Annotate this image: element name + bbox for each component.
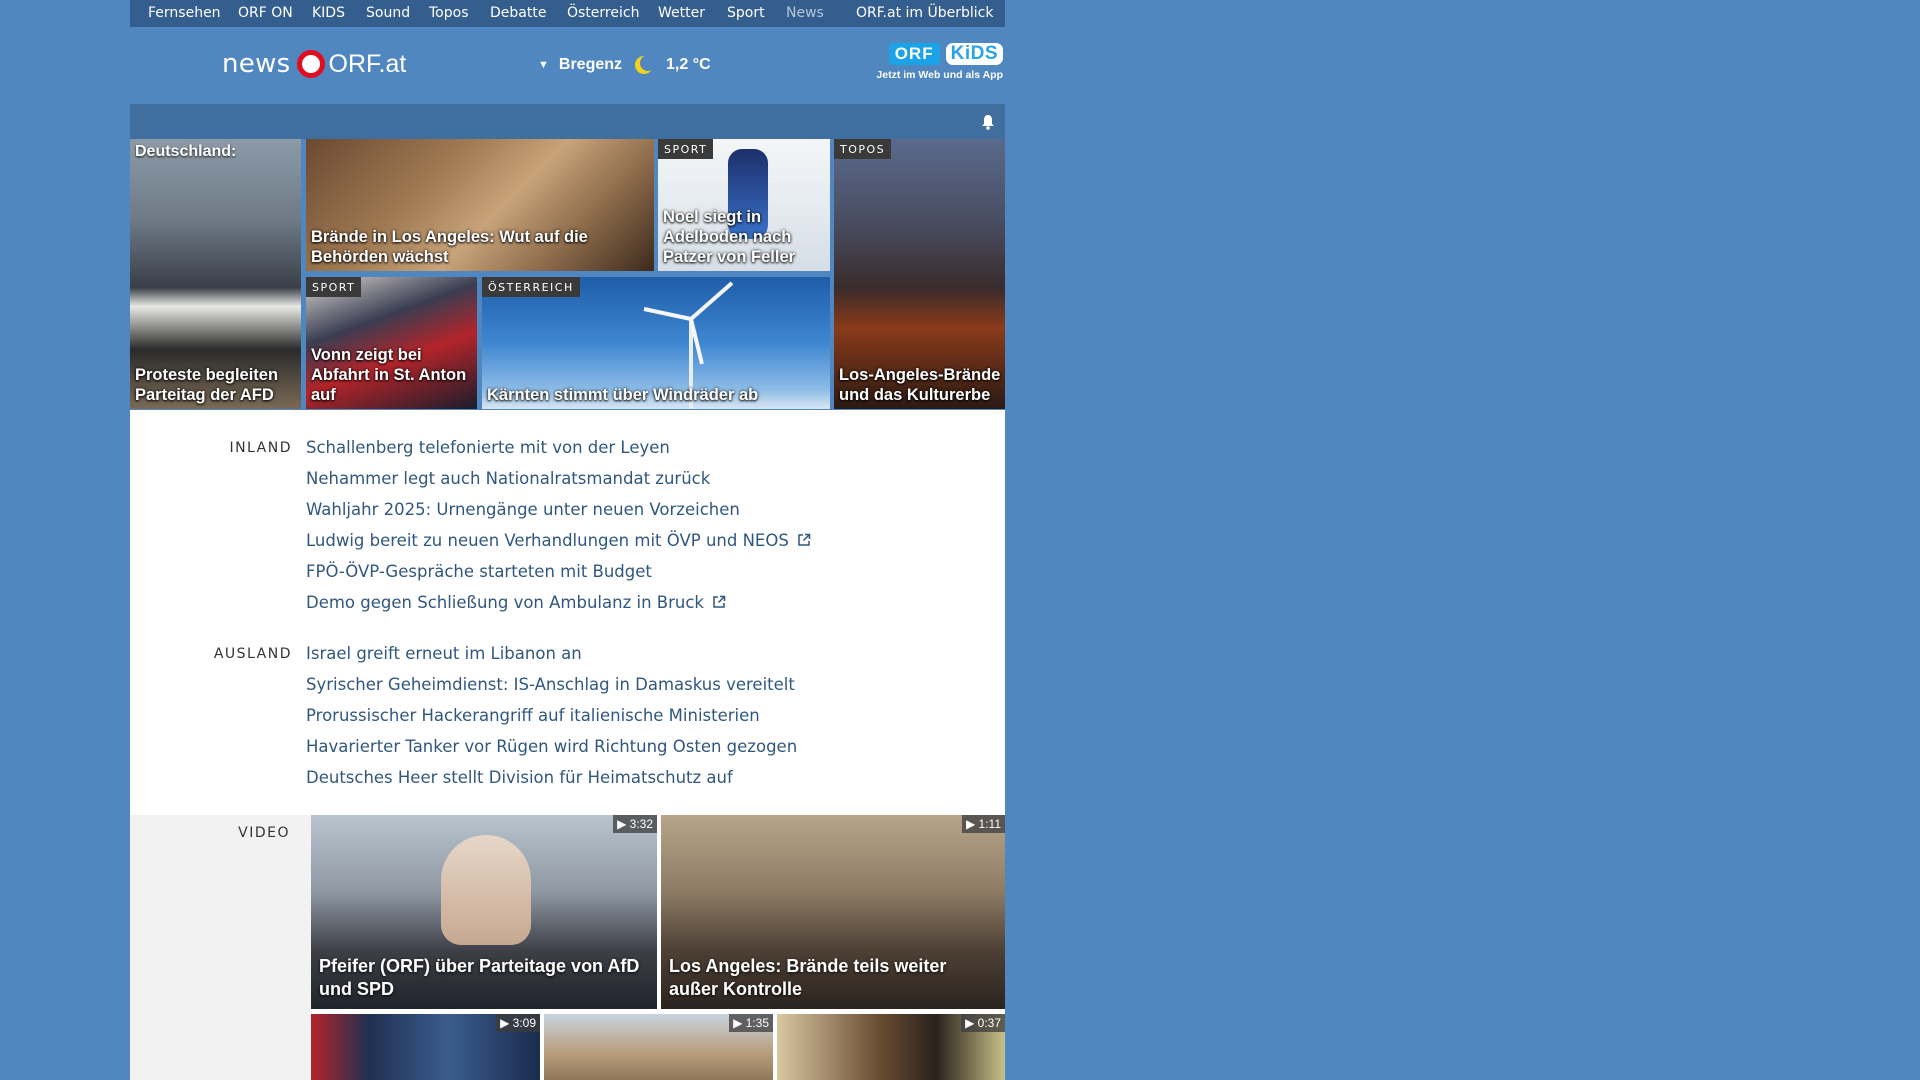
- news-orf-logo[interactable]: news ORF.at: [222, 47, 406, 81]
- section-label-ausland: AUSLAND: [213, 646, 292, 662]
- news-link[interactable]: Deutsches Heer stellt Division für Heima…: [306, 768, 733, 787]
- teaser-caption: Noel siegt in Adelboden nach Patzer von …: [663, 208, 796, 266]
- nav-item-kids[interactable]: KIDS: [312, 0, 345, 27]
- news-link[interactable]: Wahljahr 2025: Urnengänge unter neuen Vo…: [306, 500, 740, 519]
- weather-widget[interactable]: ▼ Bregenz 1,2 °C: [538, 54, 711, 76]
- logo-orf-text: ORF.at: [328, 49, 407, 78]
- news-link-external[interactable]: Ludwig bereit zu neuen Verhandlungen mit…: [306, 531, 811, 550]
- weather-temperature: 1,2 °C: [666, 56, 711, 73]
- bell-icon[interactable]: [981, 114, 995, 130]
- video-duration: ▶ 1:35: [729, 1014, 773, 1032]
- teaser-caption: Kärnten stimmt über Windräder ab: [487, 386, 759, 404]
- teaser-tile-brände-la[interactable]: Brände in Los Angeles: Wut auf die Behör…: [306, 139, 654, 271]
- orf-ring-icon: [296, 50, 325, 78]
- video-label-column: VIDEO: [130, 815, 311, 1080]
- video-duration: ▶ 3:09: [496, 1014, 540, 1032]
- teaser-tag: SPORT: [658, 139, 714, 159]
- nav-item-sound[interactable]: Sound: [366, 0, 410, 27]
- video-tile-4[interactable]: ▶ 1:35: [544, 1014, 773, 1080]
- orf-kids-badge-orf: ORF: [888, 43, 940, 65]
- external-link-icon: [798, 533, 811, 546]
- teaser-caption: Proteste begleiten Parteitag der AFD: [135, 366, 279, 404]
- news-link[interactable]: Israel greift erneut im Libanon an: [306, 644, 582, 663]
- nav-item-oesterreich[interactable]: Österreich: [567, 0, 639, 27]
- orf-kids-subline: Jetzt im Web und als App: [876, 69, 1003, 81]
- teaser-tile-kulturerbe[interactable]: TOPOS Los-Angeles-Brände und das Kulture…: [834, 139, 1005, 409]
- video-caption: Pfeifer (ORF) über Parteitage von AfD un…: [319, 956, 640, 999]
- video-section: VIDEO ▶ 3:32 Pfeifer (ORF) über Parteita…: [130, 815, 1005, 1080]
- teaser-top-caption: Deutschland:: [135, 143, 237, 160]
- nav-item-topos[interactable]: Topos: [429, 0, 468, 27]
- teaser-caption: Vonn zeigt bei Abfahrt in St. Anton auf: [311, 346, 467, 404]
- nav-item-sport[interactable]: Sport: [727, 0, 765, 27]
- site-header: news ORF.at ▼ Bregenz 1,2 °C ORF KiDS Je…: [130, 27, 1005, 104]
- news-link[interactable]: Prorussischer Hackerangriff auf italieni…: [306, 706, 760, 725]
- page-wrapper: Fernsehen ORF ON KIDS Sound Topos Debatt…: [130, 0, 1005, 1080]
- news-link[interactable]: Havarierter Tanker vor Rügen wird Richtu…: [306, 737, 797, 756]
- news-link-text: Ludwig bereit zu neuen Verhandlungen mit…: [306, 531, 789, 550]
- weather-city: Bregenz: [558, 56, 623, 73]
- video-tile-5[interactable]: ▶ 0:37: [777, 1014, 1005, 1080]
- nav-item-fernsehen[interactable]: Fernsehen: [148, 0, 221, 27]
- section-label-inland: INLAND: [229, 440, 292, 456]
- teaser-tag: TOPOS: [834, 139, 892, 159]
- news-link[interactable]: Syrischer Geheimdienst: IS-Anschlag in D…: [306, 675, 795, 694]
- moon-icon: [635, 55, 655, 74]
- orf-kids-badge-kids: KiDS: [945, 43, 1003, 65]
- external-link-icon: [713, 595, 726, 608]
- notification-bar: [130, 104, 1005, 139]
- nav-item-orf-ueberblick[interactable]: ORF.at im Überblick: [856, 0, 993, 27]
- teaser-tile-vonn[interactable]: SPORT Vonn zeigt bei Abfahrt in St. Anto…: [306, 277, 477, 409]
- video-duration: ▶ 3:32: [613, 815, 657, 833]
- teaser-tile-proteste[interactable]: Deutschland: Proteste begleiten Parteita…: [130, 139, 301, 409]
- section-label-video: VIDEO: [238, 825, 290, 841]
- teaser-tile-windräder[interactable]: ÖSTERREICH Kärnten stimmt über Windräder…: [482, 277, 830, 409]
- dropdown-triangle-icon[interactable]: ▼: [538, 59, 549, 71]
- teaser-caption: Brände in Los Angeles: Wut auf die Behör…: [311, 228, 588, 266]
- video-caption: Los Angeles: Brände teils weiter außer K…: [669, 956, 947, 999]
- nav-item-debatte[interactable]: Debatte: [490, 0, 546, 27]
- teaser-tag: ÖSTERREICH: [482, 277, 580, 297]
- video-duration: ▶ 0:37: [961, 1014, 1005, 1032]
- nav-item-wetter[interactable]: Wetter: [658, 0, 705, 27]
- news-link[interactable]: FPÖ-ÖVP-Gespräche starteten mit Budget: [306, 562, 652, 581]
- video-tile-3[interactable]: ▶ 3:09: [311, 1014, 540, 1080]
- news-link[interactable]: Schallenberg telefonierte mit von der Le…: [306, 438, 670, 457]
- video-tile-la-brände[interactable]: ▶ 1:11 Los Angeles: Brände teils weiter …: [661, 815, 1005, 1009]
- news-link-external[interactable]: Demo gegen Schließung von Ambulanz in Br…: [306, 593, 726, 612]
- news-link[interactable]: Nehammer legt auch Nationalratsmandat zu…: [306, 469, 710, 488]
- teaser-caption: Los-Angeles-Brände und das Kulturerbe: [839, 366, 1001, 404]
- news-link-text: Demo gegen Schließung von Ambulanz in Br…: [306, 593, 704, 612]
- nav-item-news[interactable]: News: [786, 0, 824, 27]
- teaser-tag: SPORT: [306, 277, 362, 297]
- news-list-area: INLAND Schallenberg telefonierte mit von…: [130, 410, 1005, 815]
- nav-item-orf-on[interactable]: ORF ON: [238, 0, 293, 27]
- video-tile-pfeifer[interactable]: ▶ 3:32 Pfeifer (ORF) über Parteitage von…: [311, 815, 657, 1009]
- top-navigation: Fernsehen ORF ON KIDS Sound Topos Debatt…: [130, 0, 1005, 27]
- orf-kids-promo[interactable]: ORF KiDS Jetzt im Web und als App: [863, 43, 1003, 81]
- teaser-tile-noel[interactable]: SPORT Noel siegt in Adelboden nach Patze…: [658, 139, 830, 271]
- logo-news-text: news: [222, 49, 291, 79]
- video-duration: ▶ 1:11: [961, 815, 1005, 833]
